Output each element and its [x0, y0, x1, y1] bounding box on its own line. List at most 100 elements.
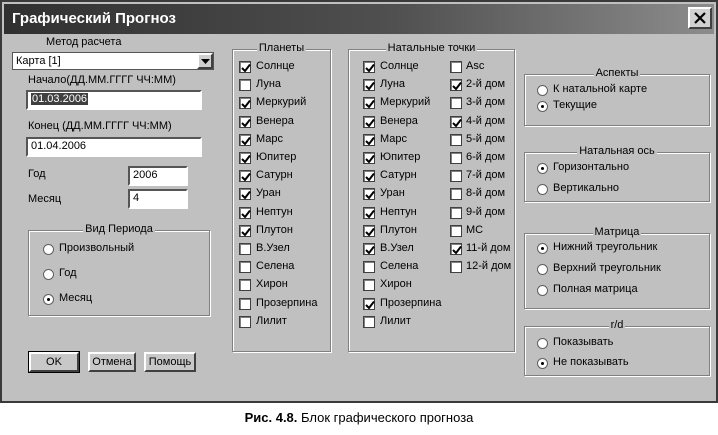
radio-button[interactable]: [537, 163, 548, 174]
checkbox[interactable]: [239, 243, 251, 255]
close-button[interactable]: [688, 7, 712, 29]
checkbox[interactable]: [450, 97, 462, 110]
checkbox[interactable]: [239, 261, 251, 274]
checkbox[interactable]: [239, 97, 251, 110]
checkbox[interactable]: [363, 224, 375, 237]
checkmark-icon: [365, 227, 375, 237]
checkbox[interactable]: [450, 133, 462, 146]
checkbox-label: 5-й дом: [466, 132, 506, 145]
checkbox[interactable]: [239, 152, 251, 164]
checkbox-label: 8-й дом: [466, 187, 506, 200]
checkbox-label: Нептун: [256, 205, 293, 218]
month-field[interactable]: 4: [128, 189, 188, 209]
start-date-field[interactable]: 01.03.2006: [26, 90, 202, 110]
end-date-field[interactable]: 01.04.2006: [26, 137, 202, 157]
title-bar[interactable]: Графический Прогноз: [4, 4, 714, 34]
checkbox[interactable]: [363, 206, 375, 219]
end-label: Конец (ДД.ММ.ГГГГ ЧЧ:ММ): [28, 120, 172, 132]
checkbox[interactable]: [239, 315, 251, 328]
close-icon: [694, 12, 706, 24]
radio-label: Вертикально: [553, 182, 620, 194]
checkbox-label: Солнце: [380, 60, 419, 72]
checkbox[interactable]: [239, 170, 251, 183]
radio-button[interactable]: [43, 294, 54, 305]
checkbox[interactable]: [450, 152, 462, 164]
checkbox[interactable]: [363, 261, 375, 274]
checkbox-label: Луна: [380, 78, 406, 91]
checkmark-icon: [241, 63, 251, 73]
checkbox[interactable]: [239, 224, 251, 237]
checkbox[interactable]: [450, 261, 462, 274]
checkbox[interactable]: [239, 61, 251, 73]
checkbox[interactable]: [239, 133, 251, 146]
radio-button[interactable]: [537, 184, 548, 195]
help-button[interactable]: Помощь: [144, 352, 196, 372]
checkmark-icon: [241, 191, 251, 200]
dialog-window: Графический Прогноз Метод расчета Карта …: [0, 0, 718, 403]
checkbox[interactable]: [363, 133, 375, 146]
checkbox[interactable]: [450, 61, 462, 73]
checkmark-icon: [241, 154, 251, 164]
checkbox-label: 11-й дом: [466, 242, 511, 254]
checkmark-icon: [365, 191, 375, 200]
caption-text: Блок графического прогноза: [297, 410, 474, 425]
radio-button[interactable]: [43, 269, 54, 280]
checkbox[interactable]: [363, 79, 375, 92]
radio-button[interactable]: [537, 101, 548, 112]
caption-prefix: Рис. 4.8.: [244, 410, 298, 425]
dropdown-button[interactable]: [197, 53, 213, 69]
checkbox-label: Луна: [256, 78, 282, 91]
checkbox[interactable]: [450, 79, 462, 92]
radio-button[interactable]: [537, 285, 548, 296]
checkbox-label: Плутон: [380, 223, 417, 236]
checkbox[interactable]: [363, 297, 375, 310]
checkbox[interactable]: [450, 170, 462, 183]
checkbox-label: Сатурн: [256, 169, 293, 182]
start-label: Начало(ДД.ММ.ГГГГ ЧЧ:ММ): [28, 74, 176, 86]
checkbox[interactable]: [239, 297, 251, 310]
radio-button[interactable]: [43, 244, 54, 255]
radio-button[interactable]: [537, 358, 548, 369]
checkmark-icon: [365, 118, 375, 128]
checkbox[interactable]: [363, 315, 375, 328]
radio-label: Не показывать: [553, 356, 629, 368]
period-group-title: Вид Периода: [83, 223, 155, 235]
checkmark-icon: [241, 136, 251, 146]
checkbox-label: Марс: [380, 132, 408, 145]
radio-label: Полная матрица: [553, 283, 638, 295]
start-date-value: 01.03.2006: [31, 93, 89, 105]
checkbox[interactable]: [363, 97, 375, 110]
radio-button[interactable]: [537, 85, 548, 96]
checkmark-icon: [365, 100, 375, 109]
checkbox[interactable]: [450, 243, 462, 255]
checkbox[interactable]: [363, 279, 375, 292]
checkbox[interactable]: [239, 79, 251, 92]
checkbox-label: Солнце: [256, 60, 295, 72]
checkbox[interactable]: [363, 61, 375, 73]
radio-button[interactable]: [537, 264, 548, 275]
checkbox-label: Марс: [256, 132, 284, 145]
checkbox[interactable]: [363, 152, 375, 164]
checkbox[interactable]: [239, 115, 251, 128]
checkbox[interactable]: [239, 188, 251, 201]
checkbox[interactable]: [450, 206, 462, 219]
radio-button[interactable]: [537, 338, 548, 349]
checkbox-label: Уран: [256, 187, 281, 200]
checkbox[interactable]: [450, 115, 462, 128]
checkbox[interactable]: [239, 279, 251, 292]
method-select[interactable]: Карта [1]: [12, 52, 214, 70]
checkbox-label: Лилит: [380, 314, 411, 327]
checkbox[interactable]: [450, 224, 462, 237]
checkbox-label: В.Узел: [380, 242, 414, 254]
checkbox[interactable]: [363, 188, 375, 201]
checkbox[interactable]: [239, 206, 251, 219]
radio-button[interactable]: [537, 243, 548, 254]
checkbox[interactable]: [363, 243, 375, 255]
cancel-button[interactable]: Отмена: [88, 352, 136, 372]
checkbox-label: Хирон: [256, 278, 288, 291]
checkbox[interactable]: [450, 188, 462, 201]
checkbox[interactable]: [363, 115, 375, 128]
year-field[interactable]: 2006: [128, 166, 188, 186]
checkbox[interactable]: [363, 170, 375, 183]
ok-button[interactable]: OK: [28, 351, 80, 373]
